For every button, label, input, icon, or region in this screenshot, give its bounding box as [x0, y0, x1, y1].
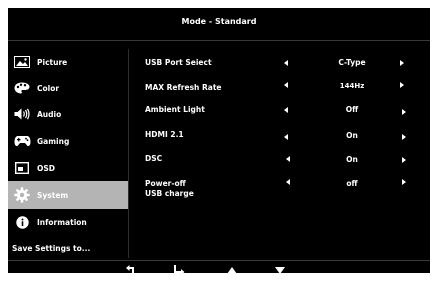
speaker-icon	[13, 107, 31, 121]
enter-icon	[174, 265, 185, 275]
right-arrow-icon[interactable]	[402, 157, 406, 163]
sidebar-item-system[interactable]: System	[8, 181, 128, 209]
sidebar-item-label: Color	[37, 83, 60, 93]
sidebar-item-gaming[interactable]: Gaming	[8, 128, 128, 154]
palette-icon	[13, 81, 31, 95]
osd-menu: Mode - Standard Picture Color Audio Gami…	[8, 8, 430, 275]
sidebar-divider	[128, 49, 129, 258]
setting-label-line1: Power-off	[145, 179, 186, 188]
setting-label: Ambient Light	[145, 105, 205, 114]
setting-value: Off	[345, 105, 359, 114]
setting-label: HDMI 2.1	[145, 130, 184, 139]
sidebar-item-audio[interactable]: Audio	[8, 101, 128, 127]
enter-button[interactable]	[172, 263, 186, 277]
right-arrow-icon[interactable]	[402, 109, 406, 115]
gear-icon	[13, 187, 31, 203]
setting-value: On	[346, 155, 358, 164]
sidebar-item-label: System	[37, 190, 69, 200]
back-icon	[125, 265, 134, 275]
back-button[interactable]	[124, 263, 138, 277]
setting-value: C-Type	[338, 58, 366, 67]
setting-row-hdmi-2-1[interactable]: HDMI 2.1 On	[145, 130, 425, 152]
gamepad-icon	[13, 134, 31, 148]
sidebar-item-label: OSD	[37, 163, 56, 173]
up-button[interactable]	[225, 263, 239, 277]
sidebar-item-color[interactable]: Color	[8, 75, 128, 101]
sidebar-item-label: Picture	[37, 57, 68, 67]
left-arrow-icon[interactable]	[284, 134, 288, 140]
setting-label: MAX Refresh Rate	[145, 83, 222, 92]
left-arrow-icon[interactable]	[286, 179, 290, 185]
right-arrow-icon[interactable]	[400, 82, 404, 88]
setting-label: Power-off USB charge	[145, 179, 194, 199]
sidebar-item-osd[interactable]: OSD	[8, 155, 128, 181]
setting-row-power-off-usb-charge[interactable]: Power-off USB charge off	[145, 179, 425, 203]
title-divider	[8, 40, 430, 41]
setting-value: off	[346, 179, 358, 188]
up-arrow-icon	[227, 266, 237, 274]
footer-divider	[8, 260, 430, 261]
picture-icon	[13, 55, 31, 69]
left-arrow-icon[interactable]	[284, 60, 288, 66]
setting-label-line2: USB charge	[145, 189, 194, 198]
setting-value: On	[346, 131, 358, 140]
setting-row-ambient-light[interactable]: Ambient Light Off	[145, 105, 425, 127]
osd-window-icon	[13, 161, 31, 175]
sidebar-item-label: Gaming	[37, 136, 70, 146]
right-arrow-icon[interactable]	[400, 60, 404, 66]
setting-label: USB Port Seiect	[145, 58, 212, 67]
sidebar-item-picture[interactable]: Picture	[8, 49, 128, 75]
sidebar-item-label: Information	[37, 217, 87, 227]
right-arrow-icon[interactable]	[402, 134, 406, 140]
down-arrow-icon	[275, 266, 285, 274]
setting-row-dsc[interactable]: DSC On	[145, 154, 425, 176]
sidebar-item-information[interactable]: Information	[8, 209, 128, 235]
right-arrow-icon[interactable]	[402, 179, 406, 185]
left-arrow-icon[interactable]	[284, 82, 288, 88]
setting-row-max-refresh-rate[interactable]: MAX Refresh Rate 144Hz	[145, 81, 425, 103]
setting-value: 144Hz	[339, 82, 365, 90]
left-arrow-icon[interactable]	[286, 156, 290, 162]
setting-label: DSC	[145, 154, 163, 163]
sidebar-item-label: Audio	[37, 109, 62, 119]
left-arrow-icon[interactable]	[284, 107, 288, 113]
sidebar-item-save-settings[interactable]: Save Settings to...	[8, 235, 128, 261]
info-icon	[13, 215, 31, 229]
setting-row-usb-port-select[interactable]: USB Port Seiect C-Type	[145, 58, 425, 80]
menu-title: Mode - Standard	[181, 17, 257, 26]
sidebar-item-label: Save Settings to...	[12, 243, 91, 253]
down-button[interactable]	[273, 263, 287, 277]
